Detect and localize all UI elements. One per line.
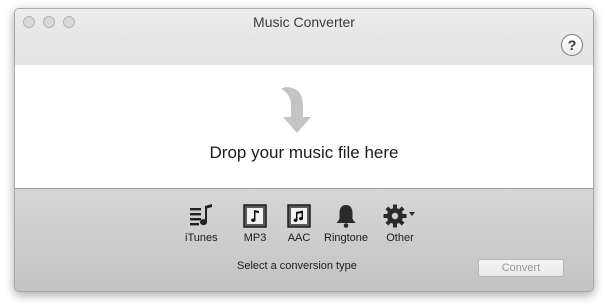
aac-icon (287, 204, 311, 228)
conversion-hint: Select a conversion type (237, 260, 357, 272)
type-other[interactable]: Other (383, 203, 417, 244)
bell-icon (336, 205, 356, 228)
type-label: MP3 (243, 232, 267, 244)
type-aac[interactable]: AAC (286, 203, 312, 244)
type-label: Other (386, 232, 414, 244)
mp3-icon (243, 204, 267, 228)
type-label: iTunes (185, 232, 218, 244)
drop-zone[interactable]: Drop your music file here (15, 65, 593, 189)
down-arrow-icon (281, 87, 311, 133)
type-mp3[interactable]: MP3 (242, 203, 268, 244)
type-itunes[interactable]: iTunes (185, 203, 218, 244)
type-ringtone[interactable]: Ringtone (324, 203, 368, 244)
titlebar: Music Converter ? (15, 9, 593, 66)
convert-button[interactable]: Convert (478, 259, 564, 277)
type-label: AAC (287, 232, 311, 244)
app-window: Music Converter ? Drop your music file h… (14, 8, 594, 292)
window-title: Music Converter (253, 14, 355, 30)
conversion-panel: iTunes MP3 AAC Ringtone Other Select a c… (15, 189, 593, 291)
help-button[interactable]: ? (561, 34, 583, 56)
type-label: Ringtone (324, 232, 369, 244)
drop-instruction: Drop your music file here (209, 143, 399, 162)
itunes-icon (190, 204, 213, 226)
gear-icon (383, 204, 415, 228)
